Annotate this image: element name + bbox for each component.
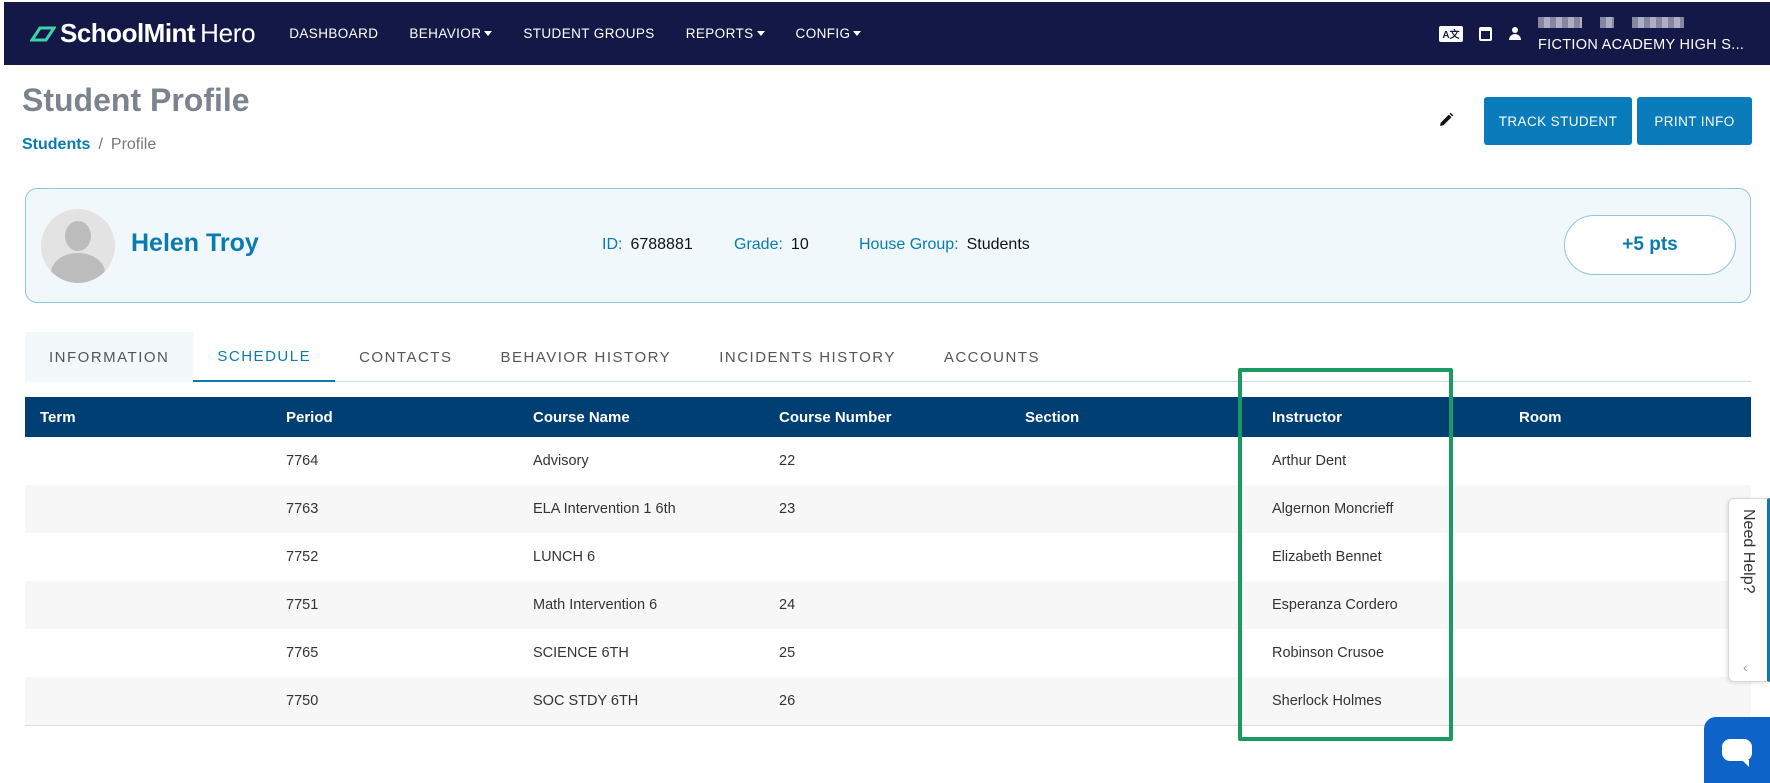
header-course-number[interactable]: Course Number [779,409,892,426]
cell-instructor: Sherlock Holmes [1272,693,1382,709]
cell-course-name: SCIENCE 6TH [533,645,629,661]
cell-instructor: Arthur Dent [1272,453,1347,469]
tab-contacts[interactable]: CONTACTS [335,332,476,382]
tab-accounts[interactable]: ACCOUNTS [920,332,1064,382]
need-help-tab[interactable]: Need Help? ‹ [1728,498,1770,682]
points-button[interactable]: +5 pts [1564,215,1736,275]
school-name: FICTION ACADEMY HIGH S... [1538,36,1745,53]
cell-course-name: LUNCH 6 [533,549,596,565]
schedule-table: Term Period Course Name Course Number Se… [25,397,1751,726]
cell-period: 7764 [286,453,319,469]
logo-mark-icon [30,26,56,41]
top-navbar: SchoolMint Hero DASHBOARD BEHAVIOR STUDE… [4,2,1770,65]
breadcrumb: Students / Profile [22,136,156,154]
need-help-label: Need Help? [1740,509,1757,594]
tab-information[interactable]: INFORMATION [25,332,194,382]
nav-student-groups[interactable]: STUDENT GROUPS [523,26,654,41]
cell-instructor: Esperanza Cordero [1272,597,1398,613]
table-row: 7764 Advisory 22 Arthur Dent [25,437,1751,485]
cell-course-name: Advisory [533,453,589,469]
student-id: ID: 6788881 [602,236,693,253]
cell-period: 7765 [286,645,319,661]
user-name-redacted [1538,16,1748,29]
cell-course-number: 26 [779,693,796,709]
table-header: Term Period Course Name Course Number Se… [25,397,1751,437]
calendar-icon[interactable] [1479,26,1492,41]
cell-course-number: 23 [779,501,796,517]
header-instructor[interactable]: Instructor [1272,409,1342,426]
student-profile-card: Helen Troy ID: 6788881 Grade: 10 House G… [25,188,1751,303]
schoolmint-logo[interactable]: SchoolMint Hero [30,18,256,49]
nav-config[interactable]: CONFIG [796,26,862,41]
cell-period: 7763 [286,501,319,517]
cell-period: 7751 [286,597,319,613]
table-row: 7751 Math Intervention 6 24 Esperanza Co… [25,581,1751,629]
cell-course-name: ELA Intervention 1 6th [533,501,676,517]
chat-button[interactable] [1704,717,1770,783]
cell-period: 7752 [286,549,319,565]
logo-bold-text: SchoolMint [60,18,196,48]
avatar [41,209,115,283]
nav-reports[interactable]: REPORTS [686,26,765,41]
tab-behavior-history[interactable]: BEHAVIOR HISTORY [476,332,695,382]
nav-right-tools: A文 FICTION ACADEMY HIGH S... [1439,2,1770,65]
tab-schedule[interactable]: SCHEDULE [193,332,336,382]
breadcrumb-current: Profile [110,136,157,153]
student-name: Helen Troy [131,229,259,257]
user-icon[interactable] [1508,26,1522,41]
cell-course-number: 24 [779,597,796,613]
student-grade: Grade: 10 [734,236,809,253]
logo-light-text: Hero [200,18,256,48]
cell-course-name: SOC STDY 6TH [533,693,639,709]
main-nav: DASHBOARD BEHAVIOR STUDENT GROUPS REPORT… [289,26,892,41]
print-info-button[interactable]: PRINT INFO [1637,97,1752,145]
table-row: 7765 SCIENCE 6TH 25 Robinson Crusoe [25,629,1751,677]
header-course-name[interactable]: Course Name [533,409,630,426]
caret-down-icon [756,31,765,36]
pencil-icon[interactable] [1438,112,1454,128]
cell-course-number: 22 [779,453,796,469]
chat-bubble-icon [1722,739,1752,767]
chevron-left-icon: ‹ [1743,659,1748,675]
table-row: 7750 SOC STDY 6TH 26 Sherlock Holmes [25,677,1751,725]
cell-course-name: Math Intervention 6 [533,597,658,613]
cell-instructor: Algernon Moncrieff [1272,501,1394,517]
cell-instructor: Elizabeth Bennet [1272,549,1382,565]
nav-dashboard[interactable]: DASHBOARD [289,26,378,41]
header-section[interactable]: Section [1025,409,1079,426]
caret-down-icon [484,31,493,36]
breadcrumb-separator: / [98,136,103,153]
header-period[interactable]: Period [286,409,333,426]
table-row: 7763 ELA Intervention 1 6th 23 Algernon … [25,485,1751,533]
tab-incidents-history[interactable]: INCIDENTS HISTORY [695,332,920,382]
table-body: 7764 Advisory 22 Arthur Dent 7763 ELA In… [25,437,1751,726]
caret-down-icon [853,31,862,36]
header-term[interactable]: Term [40,409,76,426]
cell-period: 7750 [286,693,319,709]
profile-tabs: INFORMATION SCHEDULE CONTACTS BEHAVIOR H… [25,332,1751,382]
header-room[interactable]: Room [1519,409,1562,426]
table-row: 7752 LUNCH 6 Elizabeth Bennet [25,533,1751,581]
cell-course-number: 25 [779,645,796,661]
student-house-group: House Group: Students [859,236,1030,253]
nav-behavior[interactable]: BEHAVIOR [409,26,493,41]
track-student-button[interactable]: TRACK STUDENT [1484,97,1632,145]
page-title: Student Profile [22,82,250,118]
breadcrumb-students-link[interactable]: Students [22,136,90,154]
user-account-menu[interactable]: FICTION ACADEMY HIGH S... [1538,15,1748,53]
translate-icon[interactable]: A文 [1439,25,1463,42]
cell-instructor: Robinson Crusoe [1272,645,1385,661]
